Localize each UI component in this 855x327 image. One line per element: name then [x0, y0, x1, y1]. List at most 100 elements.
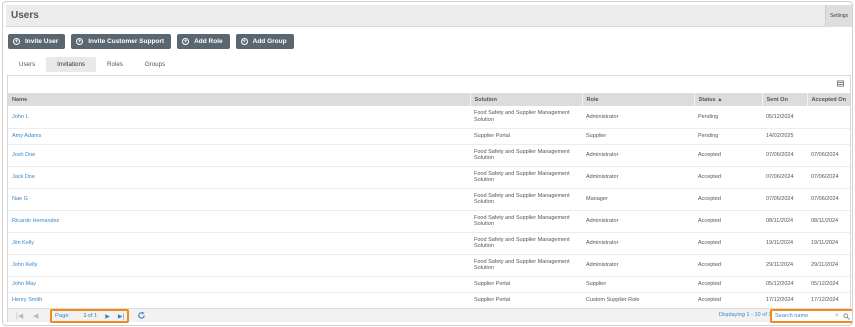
column-header-accepted-on[interactable]: Accepted On: [806, 93, 850, 106]
refresh-icon[interactable]: [137, 311, 146, 320]
tab-bar: Users Invitations Roles Groups: [8, 57, 176, 72]
cell-status: Accepted: [698, 217, 721, 224]
pagination-bar: |◀ ◀ Page 1 of 1 ▶ ▶| Displaying 1 - 10 …: [8, 308, 852, 323]
cell-solution: Supplier Portal: [474, 296, 511, 303]
next-page-icon[interactable]: ▶: [105, 313, 110, 320]
cell-sent-on: 29/11/2024: [766, 261, 794, 268]
cell-status: Pending: [698, 132, 719, 139]
cell-accepted-on: 07/06/2024: [811, 195, 839, 202]
table-row[interactable]: Josh Doe Food Safety and Supplier Managem…: [8, 144, 850, 166]
page-number-input[interactable]: 1: [75, 313, 86, 319]
cell-status: Accepted: [698, 261, 721, 268]
plus-icon: +: [76, 38, 84, 45]
cell-sent-on: 05/12/2024: [766, 113, 794, 120]
plus-icon: +: [13, 38, 20, 45]
cell-solution: Food Safety and Supplier Management Solu…: [474, 170, 570, 184]
settings-button[interactable]: Settings: [825, 5, 852, 27]
add-role-button[interactable]: + Add Role: [177, 34, 230, 49]
grid-toolbar: [8, 76, 850, 92]
cell-accepted-on: 08/11/2024: [811, 217, 839, 224]
cell-name[interactable]: John May: [8, 276, 470, 292]
displaying-count: Displaying 1 - 10 of 10: [719, 312, 775, 318]
cell-role: Administrator: [586, 173, 619, 180]
cell-status: Accepted: [698, 173, 721, 180]
cell-solution: Supplier Portal: [474, 132, 511, 139]
cell-solution: Food Safety and Supplier Management Solu…: [474, 110, 570, 123]
invite-user-label: Invite User: [25, 38, 59, 45]
cell-accepted-on: 07/06/2024: [811, 173, 839, 180]
first-page-icon[interactable]: |◀: [16, 312, 23, 320]
app-frame: Users Settings + Invite User + Invite Cust…: [2, 1, 853, 326]
add-group-button[interactable]: + Add Group: [235, 34, 294, 49]
column-header-solution[interactable]: Solution: [469, 93, 582, 106]
cell-role: Manager: [586, 195, 608, 202]
column-header-sent-on[interactable]: Sent On: [761, 93, 807, 106]
cell-name[interactable]: John L: [8, 106, 470, 128]
table-row[interactable]: Henry Smith Supplier Portal Custom Supplie…: [8, 292, 850, 308]
cell-sent-on: 05/12/2024: [766, 280, 794, 287]
cell-name[interactable]: Ricardo Hernandez: [8, 210, 470, 232]
cell-accepted-on: [807, 106, 850, 128]
clear-icon[interactable]: ×: [835, 313, 839, 319]
table-row[interactable]: Ricardo Hernandez Food Safety and Supplie…: [8, 210, 850, 232]
cell-sent-on: 17/12/2024: [766, 296, 794, 303]
table-row[interactable]: John L Food Safety and Supplier Managemen…: [8, 106, 850, 128]
plus-icon: +: [182, 38, 190, 45]
cell-sent-on: 19/11/2024: [766, 239, 794, 246]
cell-name[interactable]: Jack Doe: [8, 166, 470, 188]
search-name-input[interactable]: [775, 313, 833, 319]
table-row[interactable]: Nae G Food Safety and Supplier Management…: [8, 188, 850, 210]
cell-solution: Food Safety and Supplier Management Solu…: [474, 148, 570, 162]
invite-customer-support-button[interactable]: + Invite Customer Support: [71, 34, 172, 49]
tab-users[interactable]: Users: [8, 57, 46, 72]
invitations-panel: Name Solution Role Status ▲ Sent On Acce…: [7, 75, 852, 323]
cell-name[interactable]: Nae G: [8, 188, 470, 210]
add-group-label: Add Group: [252, 38, 287, 45]
page-title: Users: [11, 10, 39, 21]
search-box: ×: [770, 309, 852, 323]
cell-name[interactable]: Jim Kelly: [8, 232, 470, 254]
table-header-row: Name Solution Role Status ▲ Sent On Acce…: [8, 93, 850, 106]
cell-sent-on: 07/06/2024: [766, 151, 794, 158]
cell-sent-on: 14/02/2025: [766, 132, 794, 139]
cell-sent-on: 08/11/2024: [766, 217, 794, 224]
invite-user-button[interactable]: + Invite User: [8, 34, 66, 49]
table-row[interactable]: John May Supplier Portal Supplier Accepted 0…: [8, 276, 850, 292]
cell-name[interactable]: John Kelly: [8, 254, 470, 276]
column-header-name[interactable]: Name: [8, 93, 470, 106]
cell-solution: Supplier Portal: [474, 280, 511, 287]
search-icon[interactable]: [842, 312, 850, 320]
cell-status: Accepted: [698, 151, 721, 158]
cell-solution: Food Safety and Supplier Management Solu…: [474, 258, 570, 272]
cell-role: Administrator: [586, 261, 619, 268]
column-header-status[interactable]: Status ▲: [693, 93, 762, 106]
cell-role: Administrator: [586, 217, 619, 224]
cell-status: Pending: [698, 113, 719, 120]
page-navigator: Page 1 of 1 ▶ ▶|: [50, 309, 129, 323]
cell-name[interactable]: Josh Doe: [8, 144, 470, 166]
table-row[interactable]: Amy Adams Supplier Portal Supplier Pending 1…: [8, 128, 850, 144]
cell-sent-on: 07/06/2024: [766, 173, 794, 180]
column-header-role[interactable]: Role: [581, 93, 694, 106]
table-row[interactable]: John Kelly Food Safety and Supplier Manag…: [8, 254, 850, 276]
cell-role: Supplier: [586, 132, 607, 139]
tab-roles[interactable]: Roles: [96, 57, 134, 72]
cell-accepted-on: 07/06/2024: [811, 151, 839, 158]
table-row[interactable]: Jack Doe Food Safety and Supplier Managem…: [8, 166, 850, 188]
cell-name[interactable]: Henry Smith: [8, 292, 470, 308]
last-page-icon[interactable]: ▶|: [118, 313, 124, 320]
tab-invitations[interactable]: Invitations: [46, 57, 97, 72]
cell-role: Administrator: [586, 239, 619, 246]
cell-status: Accepted: [698, 280, 721, 287]
invitations-table: Name Solution Role Status ▲ Sent On Acce…: [8, 93, 850, 309]
prev-page-icon[interactable]: ◀: [33, 312, 38, 320]
cell-name[interactable]: Amy Adams: [8, 128, 470, 144]
cell-accepted-on: 29/11/2024: [811, 261, 839, 268]
export-icon[interactable]: [837, 80, 844, 87]
invite-customer-support-label: Invite Customer Support: [88, 38, 165, 45]
cell-role: Custom Supplier Role: [586, 296, 640, 303]
cell-status: Accepted: [698, 296, 721, 303]
tab-groups[interactable]: Groups: [134, 57, 176, 72]
cell-sent-on: 07/06/2024: [766, 195, 794, 202]
table-row[interactable]: Jim Kelly Food Safety and Supplier Manage…: [8, 232, 850, 254]
